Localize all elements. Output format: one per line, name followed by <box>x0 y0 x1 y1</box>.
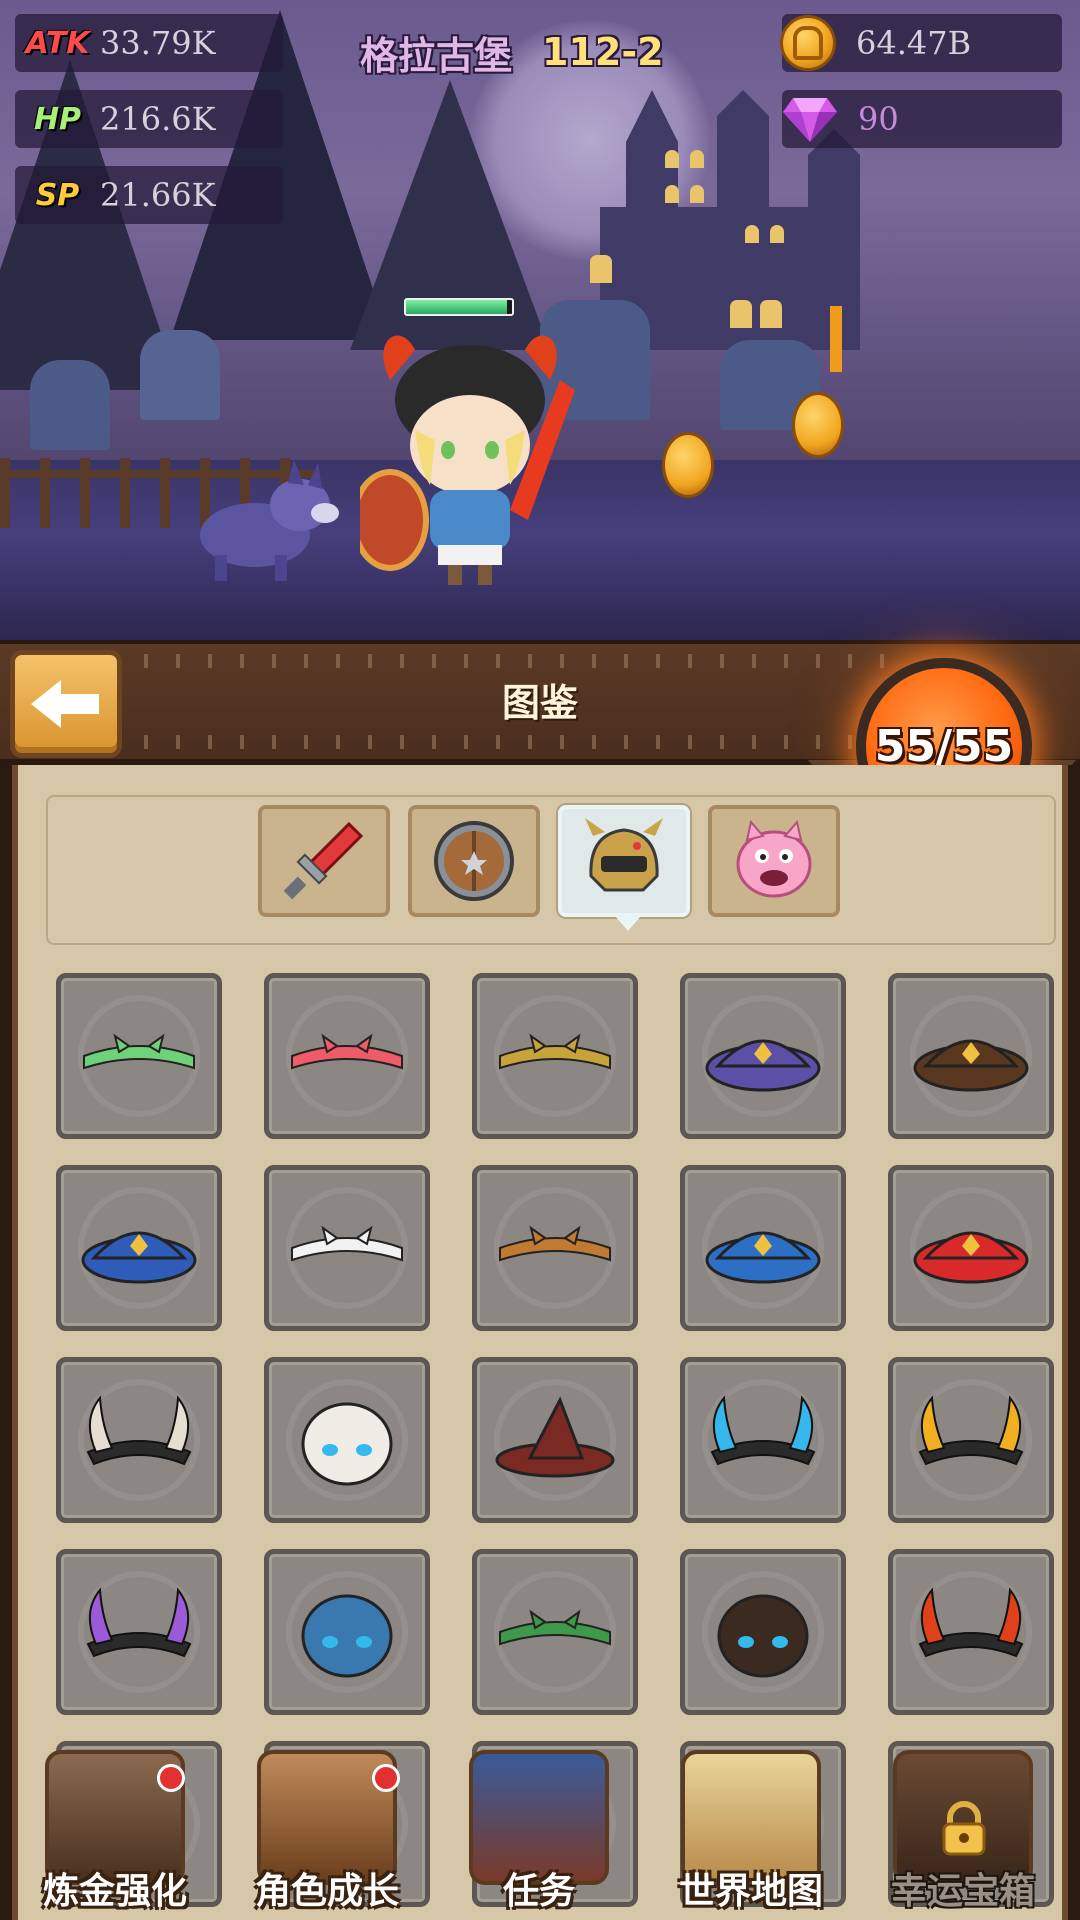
helmet-slot[interactable] <box>472 1357 638 1523</box>
nav-label: 炼金强化 <box>42 1871 187 1912</box>
pig-icon <box>736 819 812 898</box>
gem-counter[interactable]: 90 <box>782 90 1062 148</box>
stage-number: 112-2 <box>542 30 664 74</box>
cyclops-helm-icon <box>301 1594 393 1678</box>
back-button[interactable] <box>10 650 122 758</box>
tab-shield[interactable] <box>408 805 540 917</box>
bottom-nav: 炼金强化 角色成长 任务 世界地图 幸运宝箱 <box>0 1740 1080 1920</box>
helmet-slot[interactable] <box>472 1549 638 1715</box>
mummy-head-icon <box>301 1402 393 1486</box>
nav-alchemy[interactable]: 炼金强化 <box>10 1740 220 1920</box>
demon-horn-helm-icon <box>918 1587 1024 1658</box>
owl-mask-icon <box>499 1225 611 1262</box>
battle-scene: ATK 33.79K HP 216.6K SP 21.66K 格拉古堡 112-… <box>0 0 1080 640</box>
blue-feather-cap-icon <box>81 1231 197 1284</box>
helmet-slot[interactable] <box>680 1549 846 1715</box>
helmet-slot[interactable] <box>264 1357 430 1523</box>
nav-world-map[interactable]: 世界地图 <box>646 1740 856 1920</box>
helmet-slot[interactable] <box>264 1549 430 1715</box>
helmet-slot[interactable] <box>56 973 222 1139</box>
hp-label: HP <box>33 101 82 137</box>
hero-character <box>360 335 575 585</box>
witch-hat-icon <box>495 1396 615 1478</box>
gold-coin-icon <box>780 15 836 71</box>
green-bandana-icon <box>83 1033 195 1070</box>
sp-stat: SP 21.66K <box>15 166 283 224</box>
purple-visor-icon <box>86 1587 192 1658</box>
nav-lucky-chest[interactable]: 幸运宝箱 <box>858 1740 1068 1920</box>
nav-label: 幸运宝箱 <box>890 1871 1035 1912</box>
lock-icon <box>942 1801 986 1856</box>
vine-wreath-icon <box>499 1609 611 1646</box>
hp-value: 216.6K <box>100 100 216 138</box>
page-title: 图鉴 <box>501 681 578 725</box>
furnace-count: 55/55 <box>874 720 1014 772</box>
nav-quest[interactable]: 任务 <box>434 1740 644 1920</box>
sword-icon <box>283 821 364 900</box>
gold-value: 64.47B <box>856 24 972 62</box>
blue-horn-band-icon <box>710 1395 816 1466</box>
helmet-slot[interactable] <box>472 973 638 1139</box>
helmet-slot[interactable] <box>264 1165 430 1331</box>
gravestone <box>30 360 110 450</box>
brown-cap-icon <box>913 1039 1029 1092</box>
wing-headband-icon <box>291 1225 403 1262</box>
helmet-slot[interactable] <box>680 973 846 1139</box>
navy-tricorn-icon <box>705 1231 821 1284</box>
dropped-coin <box>792 392 844 458</box>
gem-value: 90 <box>858 100 899 138</box>
hero-hp-fill <box>406 300 507 314</box>
category-tabs <box>46 795 1056 945</box>
tab-weapon[interactable] <box>258 805 390 917</box>
helmet-slot[interactable] <box>888 1549 1054 1715</box>
gold-horn-band-icon <box>918 1395 1024 1466</box>
nav-label: 任务 <box>502 1871 575 1912</box>
helmet-slot[interactable] <box>680 1165 846 1331</box>
gravestone <box>140 330 220 420</box>
helmet-slot[interactable] <box>56 1165 222 1331</box>
diamond-icon <box>782 91 838 147</box>
horned-skull-icon <box>86 1395 192 1466</box>
notification-badge <box>372 1764 400 1792</box>
helmet-slot[interactable] <box>888 1357 1054 1523</box>
wolf-enemy <box>200 460 339 581</box>
helmet-slot[interactable] <box>888 1165 1054 1331</box>
nav-character[interactable]: 角色成长 <box>222 1740 432 1920</box>
nav-label: 世界地图 <box>678 1871 823 1912</box>
hp-stat: HP 216.6K <box>15 90 283 148</box>
tab-pet[interactable] <box>708 805 840 917</box>
atk-label: ATK <box>25 25 90 61</box>
helmet-slot[interactable] <box>56 1549 222 1715</box>
notification-badge <box>157 1764 185 1792</box>
dropped-coin <box>662 432 714 498</box>
gold-counter[interactable]: 64.47B <box>780 14 1062 72</box>
helmet-slot[interactable] <box>472 1165 638 1331</box>
stage-name: 格拉古堡 <box>360 33 513 78</box>
atk-stat: ATK 33.79K <box>15 14 283 72</box>
feather-headband-icon <box>499 1033 611 1070</box>
purple-cap-icon <box>705 1039 821 1092</box>
stage-title: 格拉古堡 112-2 <box>360 22 664 82</box>
helmet-slot[interactable] <box>680 1357 846 1523</box>
red-crown-icon <box>913 1231 1029 1284</box>
sp-value: 21.66K <box>100 176 216 214</box>
atk-value: 33.79K <box>100 24 216 62</box>
helmet-slot[interactable] <box>56 1357 222 1523</box>
hooded-cage-icon <box>717 1594 809 1678</box>
red-bandana-icon <box>291 1033 403 1070</box>
hero-hp-bar <box>404 298 514 316</box>
tab-helmet[interactable] <box>558 805 690 931</box>
helmet-icon <box>585 818 663 892</box>
drop-indicator <box>830 306 842 372</box>
sp-label: SP <box>35 177 80 213</box>
arrow-left-icon <box>31 680 99 728</box>
helmet-slot[interactable] <box>888 973 1054 1139</box>
helmet-slot[interactable] <box>264 973 430 1139</box>
shield-icon <box>434 821 514 901</box>
nav-label: 角色成长 <box>254 1871 399 1912</box>
